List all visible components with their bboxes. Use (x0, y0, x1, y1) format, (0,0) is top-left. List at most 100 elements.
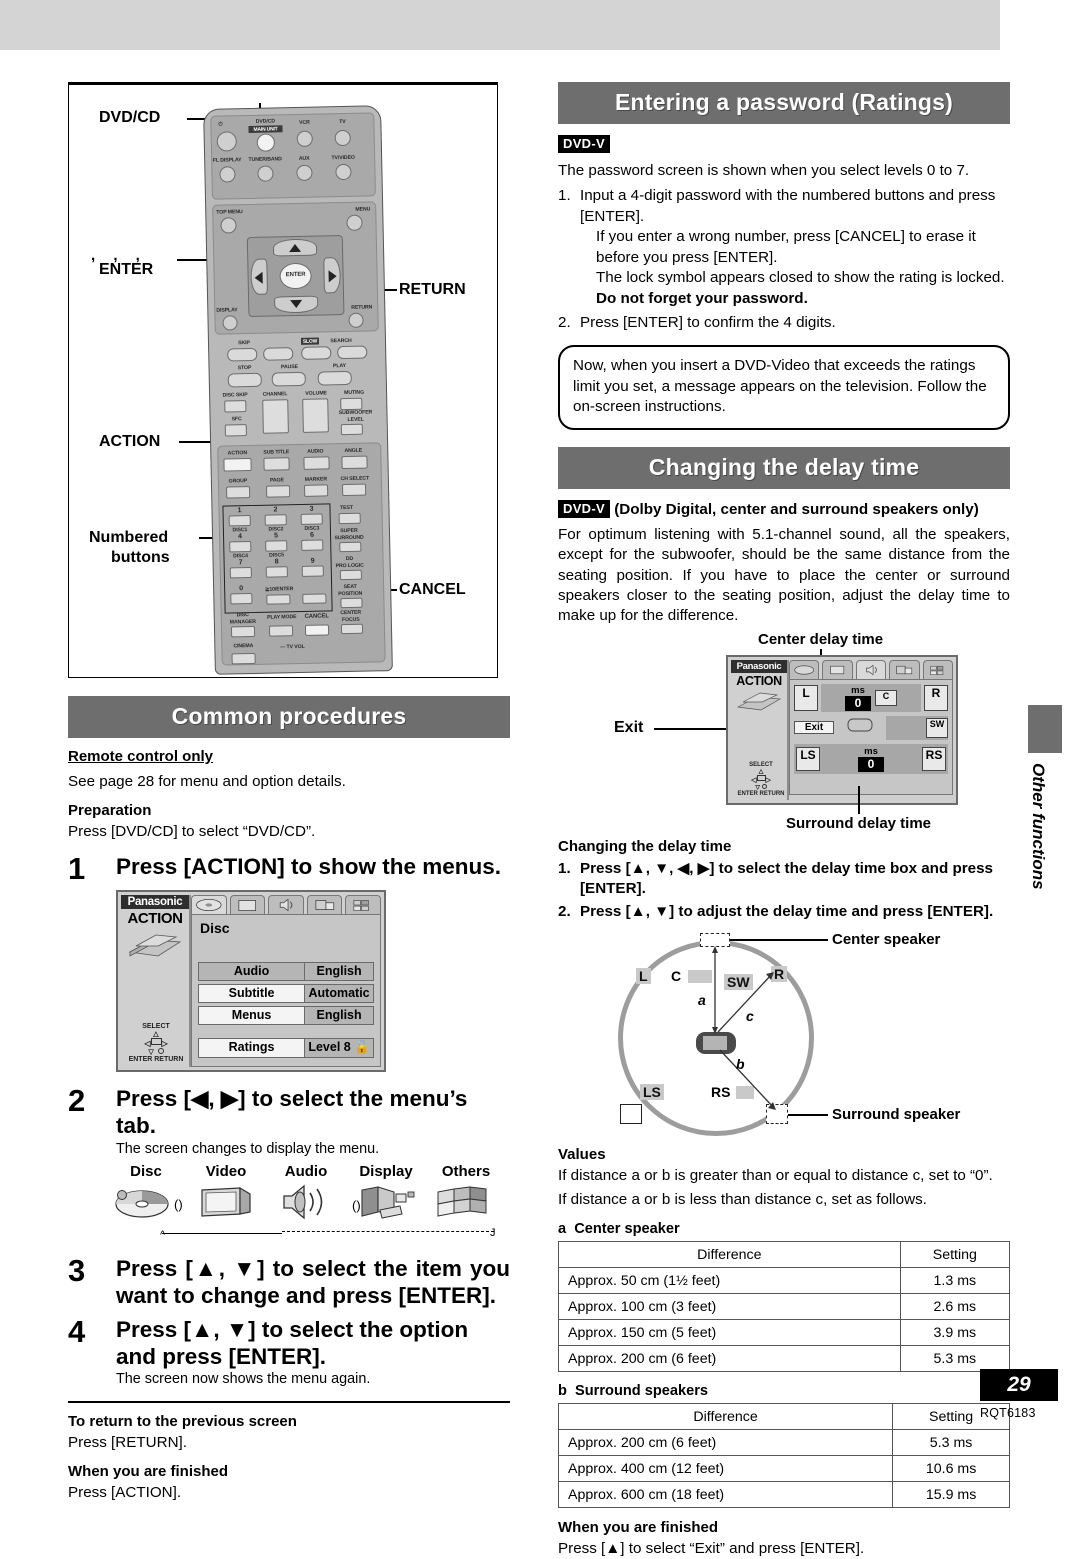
step-1: 1 Press [ACTION] to show the menus. (68, 853, 510, 884)
remote-button-repeat[interactable] (302, 593, 327, 604)
svg-text:(): () (352, 1198, 361, 1213)
center-delay-control[interactable]: ms 0 C (821, 683, 921, 712)
remote-button-marker[interactable] (303, 484, 329, 497)
remote-button-ten-enter[interactable] (266, 594, 291, 605)
remote-button-cancel[interactable] (304, 624, 330, 636)
remote-button-cinema[interactable] (231, 652, 256, 665)
remote-label-cinema: CINEMA (233, 642, 254, 650)
remote-button-pro-logic[interactable] (339, 569, 362, 581)
osd-row-audio[interactable]: Audio English (198, 961, 374, 981)
osd-tab-others[interactable] (345, 894, 381, 914)
remote-button-action[interactable] (223, 457, 252, 472)
remote-button-4[interactable] (229, 541, 252, 553)
remote-label-dd: DD (345, 555, 354, 563)
remote-label-position: POSITION (338, 590, 363, 598)
surround-delay-unit: ms (864, 745, 878, 757)
tab-icon-audio[interactable]: Audio (266, 1163, 346, 1229)
delay-osd-tab-disc[interactable] (789, 659, 820, 679)
remote-button-skip-forward[interactable] (263, 347, 294, 361)
remote-button-subtitle[interactable] (263, 457, 290, 471)
osd-row-menus-value: English (305, 1005, 374, 1025)
remote-button-seat-position[interactable] (340, 597, 363, 609)
callout-numbered-buttons-line2: buttons (111, 549, 170, 566)
osd-exit-button[interactable]: Exit (794, 721, 834, 735)
remote-label-search: SEARCH (330, 337, 352, 345)
remote-button-center-focus[interactable] (340, 623, 364, 635)
delay-osd-tab-video[interactable] (822, 659, 853, 679)
remote-button-audio[interactable] (303, 456, 330, 470)
remote-button-volume[interactable] (302, 398, 329, 433)
delay-osd-sidebar: Panasonic ACTION SELECT △ ◁ ▷ ▽ ENTER RET (731, 659, 789, 800)
remote-button-angle[interactable] (341, 455, 368, 470)
remote-button-6[interactable] (301, 539, 324, 551)
remote-label-1: 1 (237, 507, 242, 515)
osd-row-audio-name: Audio (198, 961, 306, 981)
delay-osd-tab-others[interactable] (922, 659, 954, 679)
remote-label-aux: AUX (298, 155, 310, 162)
osd-tab-audio[interactable] (268, 894, 304, 914)
remote-label-test: TEST (339, 504, 353, 512)
osd-row-subtitle[interactable]: Subtitle Automatic (198, 983, 374, 1003)
finished-body-left: Press [ACTION]. (68, 1483, 182, 1501)
remote-button-stop[interactable] (227, 372, 262, 388)
remote-button-pause[interactable] (271, 371, 306, 387)
remote-label-disc-manager-1: DISC (236, 612, 249, 619)
remote-button-ch-select[interactable] (341, 483, 367, 497)
distance-b-label: b (736, 1056, 745, 1073)
table-header-row: Difference Setting (558, 1241, 1011, 1269)
remote-button-super-surround[interactable] (339, 541, 362, 553)
remote-button-0[interactable] (230, 593, 253, 605)
dvd-v-chip-password: DVD-V (558, 135, 610, 153)
remote-button-test[interactable] (338, 512, 361, 525)
finished-body-right: Press [▲] to select “Exit” and press [EN… (558, 1540, 865, 1558)
osd-tab-video[interactable] (229, 894, 266, 914)
remote-button-9[interactable] (301, 565, 324, 577)
tab-icon-video[interactable]: Video (186, 1163, 266, 1229)
remote-button-sfc[interactable] (224, 424, 247, 437)
osd-row-ratings[interactable]: Ratings Level 8 🔓 (198, 1037, 374, 1058)
preparation-text: Press [DVD/CD] to select “DVD/CD”. (68, 823, 316, 841)
tab-icon-disc[interactable]: Disc () (106, 1163, 186, 1229)
remote-button-5[interactable] (265, 540, 288, 552)
remote-button-play-mode[interactable] (268, 625, 294, 637)
remote-label-5: 5 (274, 532, 279, 540)
remote-button-search-forward[interactable] (337, 345, 368, 360)
tab-icon-display[interactable]: Display () (346, 1163, 426, 1229)
delay-osd-tab-audio[interactable] (855, 659, 887, 679)
deck-illustration-icon (126, 932, 184, 962)
side-tab-label: Other functions (1029, 763, 1048, 890)
remote-button-search-back[interactable] (301, 346, 332, 360)
remote-label-sfc: SFC (231, 416, 242, 423)
disc-icon: () (115, 1189, 183, 1218)
remote-button-skip-back[interactable] (227, 347, 258, 362)
return-previous-title: To return to the previous screen (68, 1413, 297, 1431)
remote-label-center-1: CENTER (340, 609, 362, 617)
delay-chip-suffix: (Dolby Digital, center and surround spea… (614, 500, 979, 518)
osd-select-label: SELECT (142, 1022, 170, 1030)
remote-button-disc-skip[interactable] (224, 400, 247, 413)
tab-icon-others[interactable]: Others (426, 1163, 506, 1229)
listener-position-icon (837, 716, 883, 739)
delay-osd-tab-display[interactable] (889, 659, 920, 679)
remote-button-3[interactable] (300, 513, 323, 525)
remote-button-muting[interactable] (340, 397, 363, 411)
remote-label-volume: VOLUME (305, 390, 327, 397)
step-1-text: Press [ACTION] to show the menus. (116, 853, 502, 879)
remote-button-page[interactable] (265, 485, 291, 498)
remote-button-subwoofer-level[interactable] (340, 423, 363, 436)
osd-tab-display[interactable] (306, 894, 343, 914)
remote-button-7[interactable] (229, 567, 252, 579)
remote-button-channel[interactable] (262, 399, 289, 434)
remote-button-group[interactable] (226, 486, 251, 499)
surround-delay-control[interactable]: LS ms 0 RS (794, 743, 948, 774)
remote-button-8[interactable] (265, 566, 288, 578)
osd-row-menus[interactable]: Menus English (198, 1005, 374, 1025)
remote-button-2[interactable] (264, 514, 287, 526)
remote-button-1[interactable] (228, 515, 251, 527)
osd-tab-disc[interactable] (191, 894, 227, 914)
remote-label-level: LEVEL (347, 416, 364, 423)
delay-step-1-text: Press [▲, ▼, ◀, ▶] to select the delay t… (580, 859, 993, 898)
remote-button-play[interactable] (317, 370, 352, 386)
remote-button-disc-manager[interactable] (230, 625, 256, 638)
step-2-subtext: The screen changes to display the menu. (116, 1140, 380, 1157)
